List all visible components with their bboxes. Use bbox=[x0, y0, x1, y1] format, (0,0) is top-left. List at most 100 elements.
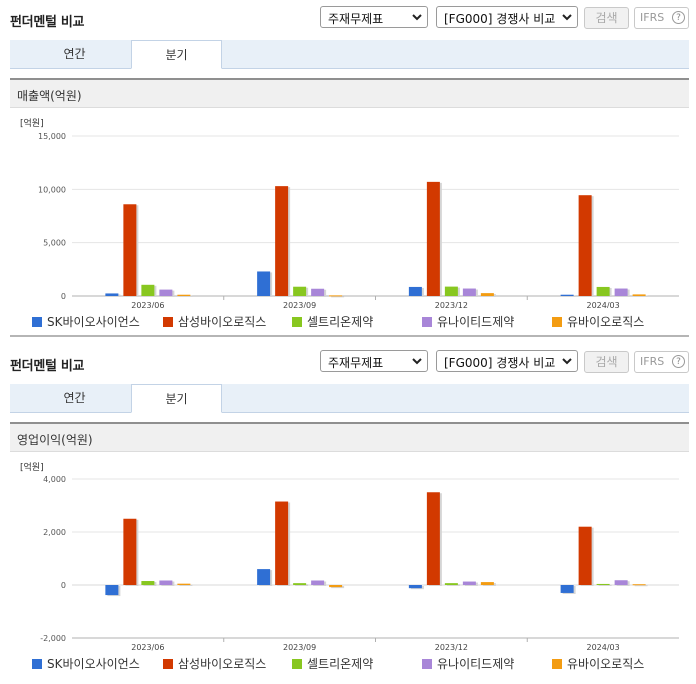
tab-annual[interactable]: 연간 bbox=[29, 40, 120, 68]
revenue-bar-chart: [억원] 0 5,000 10,000 15,000 2023/06 2023/09 2023… bbox=[20, 117, 679, 308]
search-button[interactable]: 검색 bbox=[584, 7, 629, 29]
bar-unai-1 bbox=[311, 580, 325, 585]
chevron-down-icon bbox=[562, 358, 572, 365]
tab-annual[interactable]: 연간 bbox=[29, 384, 120, 412]
legend-swatch bbox=[163, 317, 173, 327]
bar-yubio-1 bbox=[329, 585, 343, 588]
bar-yubio-3 bbox=[632, 294, 646, 296]
bar-samsung-3 bbox=[578, 195, 592, 296]
bar-yubio-1 bbox=[329, 295, 343, 297]
peer-group-select[interactable]: [FG000] 경쟁사 비교 bbox=[436, 350, 578, 372]
chevron-down-icon bbox=[562, 14, 572, 21]
legend-label: SK바이오사이언스 bbox=[47, 315, 140, 329]
ifrs-help-button[interactable]: IFRS ? bbox=[634, 351, 689, 373]
legend-item-unai: 유나이티드제약 bbox=[422, 655, 514, 672]
bar-unai-3 bbox=[614, 580, 628, 585]
legend-item-unai: 유나이티드제약 bbox=[422, 313, 514, 330]
chevron-down-icon bbox=[412, 358, 422, 365]
y-tick-label: 0 bbox=[61, 292, 66, 301]
panel-title: 펀더멘털 비교 bbox=[10, 15, 85, 30]
statement-type-value: 주재무제표 bbox=[328, 12, 384, 26]
legend-item-yubio: 유바이오로직스 bbox=[552, 313, 644, 330]
bar-yubio-2 bbox=[480, 293, 494, 296]
bar-sk-3 bbox=[560, 585, 574, 593]
bar-sk-1 bbox=[257, 569, 271, 585]
bar-samsung-3 bbox=[578, 526, 592, 585]
bar-shadow bbox=[598, 584, 612, 586]
statement-type-select[interactable]: 주재무제표 bbox=[320, 6, 428, 28]
legend-swatch bbox=[422, 659, 432, 669]
bar-unai-2 bbox=[462, 581, 476, 585]
panel-header: 펀더멘털 비교 주재무제표 [FG000] 경쟁사 비교 검색 IFRS ? bbox=[0, 0, 696, 34]
section-label: 매출액(억원) bbox=[17, 89, 82, 103]
period-tabs: 연간 분기 bbox=[10, 40, 689, 69]
x-tick-label: 2023/06 bbox=[131, 301, 164, 308]
bar-yubio-0 bbox=[177, 294, 191, 296]
bar-unai-2 bbox=[462, 288, 476, 296]
unit-label: [억원] bbox=[20, 117, 44, 129]
tab-quarterly[interactable]: 분기 bbox=[131, 384, 222, 413]
bar-unai-0 bbox=[159, 580, 173, 585]
bar-yubio-0 bbox=[177, 583, 191, 585]
unit-label: [억원] bbox=[20, 461, 44, 473]
panel-divider bbox=[10, 335, 689, 337]
x-tick-label: 2023/12 bbox=[435, 643, 468, 652]
legend-item-samsung: 삼성바이오로직스 bbox=[163, 313, 266, 330]
y-tick-label: 4,000 bbox=[43, 475, 66, 484]
legend-item-celltrion: 셀트리온제약 bbox=[292, 313, 373, 330]
bar-celltrion-1 bbox=[293, 286, 307, 296]
peer-group-select[interactable]: [FG000] 경쟁사 비교 bbox=[436, 6, 578, 28]
panel-header: 펀더멘털 비교 주재무제표 [FG000] 경쟁사 비교 검색 IFRS ? bbox=[0, 344, 696, 378]
help-icon: ? bbox=[672, 11, 685, 24]
x-tick-label: 2024/03 bbox=[587, 643, 620, 652]
bar-celltrion-2 bbox=[444, 286, 458, 296]
tab-quarterly[interactable]: 분기 bbox=[131, 40, 222, 69]
legend-label: SK바이오사이언스 bbox=[47, 657, 140, 671]
bar-celltrion-2 bbox=[444, 583, 458, 585]
bar-sk-3 bbox=[560, 294, 574, 296]
panel-title: 펀더멘털 비교 bbox=[10, 359, 85, 374]
fundamental-panel-revenue: 펀더멘털 비교 주재무제표 [FG000] 경쟁사 비교 검색 IFRS ? 연… bbox=[0, 0, 696, 345]
bar-shadow bbox=[331, 296, 345, 298]
section-label: 영업이익(억원) bbox=[17, 433, 93, 447]
bar-sk-0 bbox=[105, 585, 119, 596]
x-tick-label: 2023/09 bbox=[283, 301, 316, 308]
bar-celltrion-0 bbox=[141, 284, 155, 296]
legend-label: 셀트리온제약 bbox=[307, 315, 374, 329]
operating-income-bar-chart: [억원] -2,000 0 2,000 4,000 2023/06 2023/09 2023/… bbox=[20, 461, 679, 652]
bar-shadow bbox=[634, 585, 648, 587]
legend-label: 유바이오로직스 bbox=[567, 657, 645, 671]
legend-swatch bbox=[422, 317, 432, 327]
bar-celltrion-0 bbox=[141, 581, 155, 585]
help-icon: ? bbox=[672, 355, 685, 368]
legend-label: 유나이티드제약 bbox=[437, 657, 515, 671]
ifrs-help-button[interactable]: IFRS ? bbox=[634, 7, 689, 29]
bar-celltrion-3 bbox=[596, 583, 610, 585]
ifrs-label: IFRS bbox=[640, 355, 665, 368]
legend-label: 유바이오로직스 bbox=[567, 315, 645, 329]
legend-label: 삼성바이오로직스 bbox=[178, 657, 267, 671]
revenue-chart: [억원] 0 5,000 10,000 15,000 2023/06 2023/09 2023… bbox=[10, 108, 689, 308]
bar-samsung-1 bbox=[275, 186, 289, 296]
bar-sk-2 bbox=[408, 286, 422, 296]
chart-legend: SK바이오사이언스 삼성바이오로직스 셀트리온제약 유나이티드제약 유바이오로직… bbox=[10, 313, 689, 333]
section-header: 영업이익(억원) bbox=[10, 422, 689, 452]
x-tick-label: 2023/12 bbox=[435, 301, 468, 308]
bar-unai-0 bbox=[159, 289, 173, 296]
bar-samsung-0 bbox=[123, 204, 137, 296]
bar-samsung-1 bbox=[275, 501, 289, 585]
statement-type-select[interactable]: 주재무제표 bbox=[320, 350, 428, 372]
legend-swatch bbox=[32, 659, 42, 669]
bar-samsung-2 bbox=[426, 492, 440, 585]
search-button[interactable]: 검색 bbox=[584, 351, 629, 373]
bar-sk-0 bbox=[105, 293, 119, 296]
legend-item-yubio: 유바이오로직스 bbox=[552, 655, 644, 672]
legend-item-sk: SK바이오사이언스 bbox=[32, 313, 140, 330]
peer-group-value: [FG000] 경쟁사 비교 bbox=[444, 356, 556, 370]
legend-swatch bbox=[552, 317, 562, 327]
bar-celltrion-1 bbox=[293, 583, 307, 585]
chevron-down-icon bbox=[412, 14, 422, 21]
y-tick-label: 10,000 bbox=[38, 185, 66, 194]
chart-legend: SK바이오사이언스 삼성바이오로직스 셀트리온제약 유나이티드제약 유바이오로직… bbox=[10, 655, 689, 675]
bar-sk-1 bbox=[257, 271, 271, 296]
